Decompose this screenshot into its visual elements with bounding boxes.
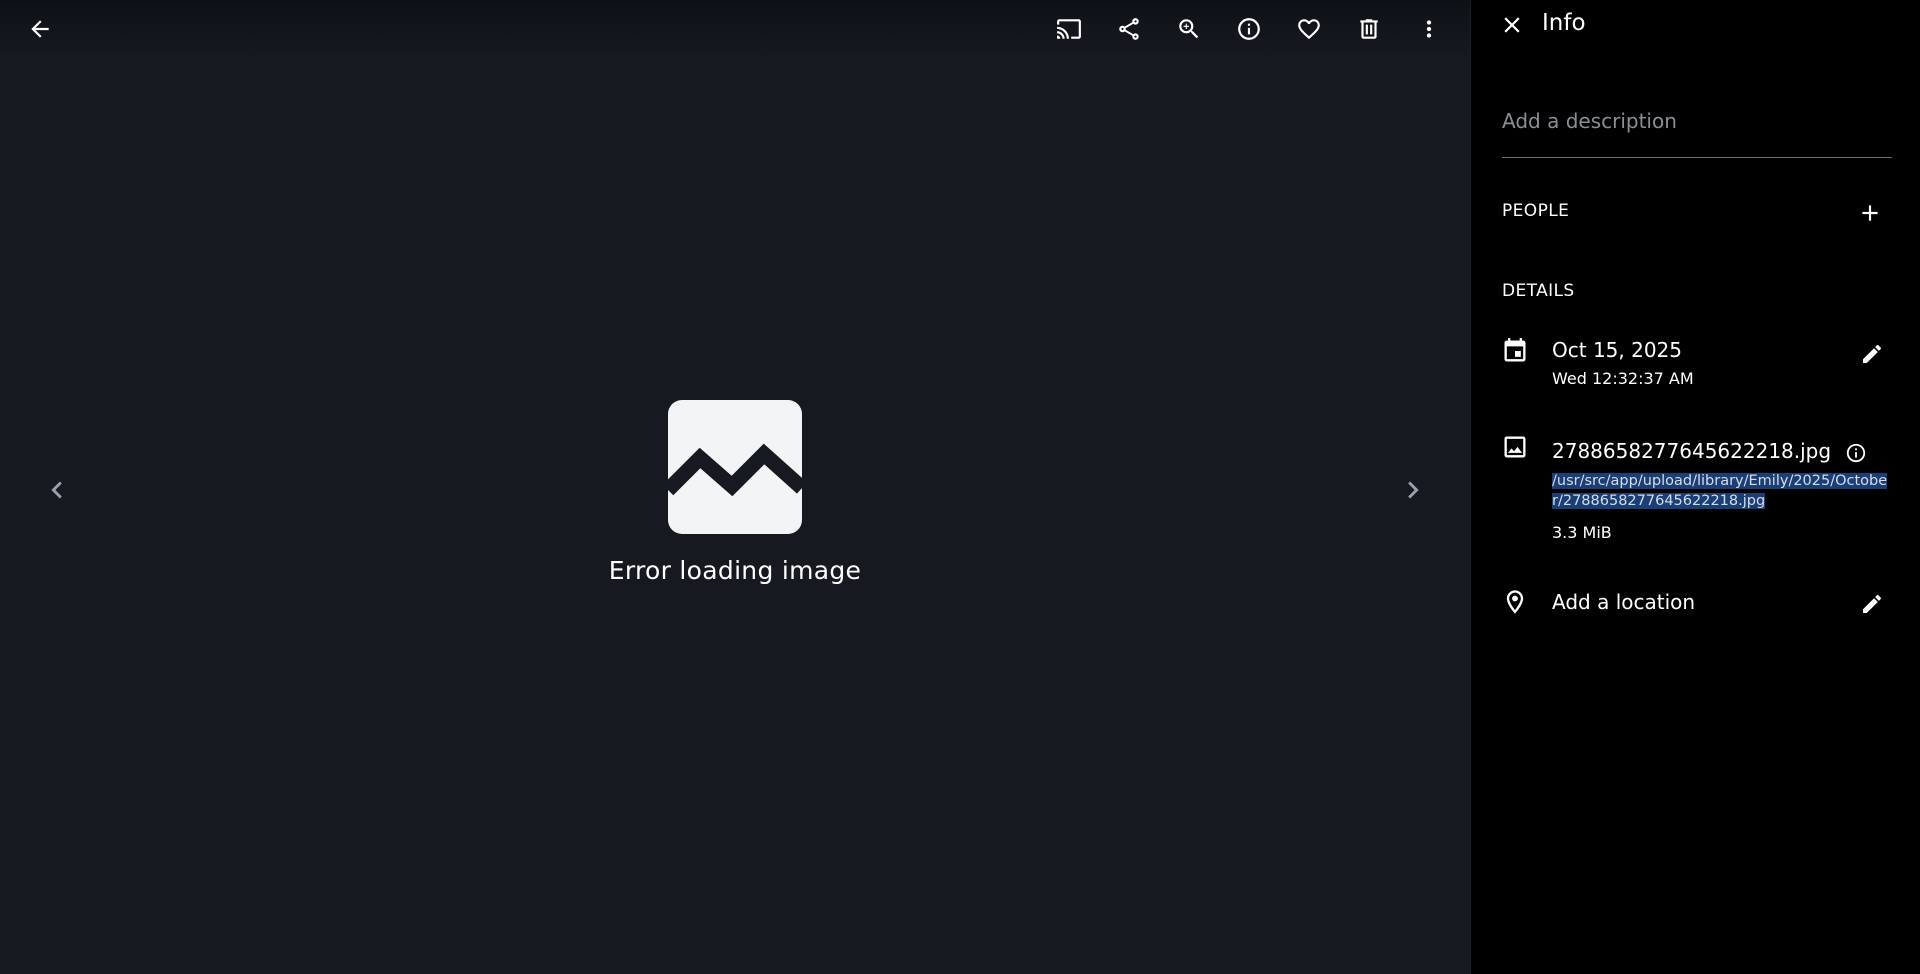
add-people-button[interactable] xyxy=(1851,194,1889,232)
file-name: 2788658277645622218.jpg xyxy=(1552,439,1832,463)
calendar-icon-wrap xyxy=(1501,337,1529,365)
details-section-label: DETAILS xyxy=(1502,281,1575,301)
pencil-icon xyxy=(1863,594,1882,613)
cast-button[interactable] xyxy=(1047,7,1091,51)
info-panel-title: Info xyxy=(1542,10,1586,36)
favorite-icon xyxy=(1298,19,1320,40)
broken-image-icon xyxy=(668,400,802,534)
map-pin-icon xyxy=(1506,590,1524,614)
people-section-label: PEOPLE xyxy=(1502,201,1570,221)
share-icon xyxy=(1119,18,1139,40)
edit-location-button[interactable] xyxy=(1855,587,1889,621)
delete-button[interactable] xyxy=(1347,7,1391,51)
chevron-left-icon xyxy=(51,481,62,499)
error-message: Error loading image xyxy=(608,556,862,585)
next-image-button[interactable] xyxy=(1389,466,1437,514)
image-icon xyxy=(1504,436,1526,458)
photo-datetime: Wed 12:32:37 AM xyxy=(1552,369,1694,388)
edit-date-button[interactable] xyxy=(1855,337,1889,371)
arrow-left-icon xyxy=(31,20,49,38)
info-icon xyxy=(1238,18,1260,40)
info-panel: Info PEOPLE DETAILS Oct 15, 2025 Wed 12:… xyxy=(1470,0,1920,974)
image-icon-wrap xyxy=(1501,433,1529,461)
info-button[interactable] xyxy=(1227,7,1271,51)
plus-icon xyxy=(1862,205,1878,221)
previous-image-button[interactable] xyxy=(33,466,81,514)
more-vertical-icon xyxy=(1426,20,1432,38)
file-path-selected-text: /usr/src/app/upload/library/Emily/2025/O… xyxy=(1552,473,1888,509)
zoom-in-button[interactable] xyxy=(1167,7,1211,51)
description-input[interactable] xyxy=(1502,96,1892,158)
info-panel-header: Info xyxy=(1471,0,1920,50)
photo-viewer: Error loading image xyxy=(0,0,1470,974)
file-info-button[interactable] xyxy=(1841,438,1871,468)
file-path[interactable]: /usr/src/app/upload/library/Emily/2025/O… xyxy=(1552,471,1892,511)
photo-date: Oct 15, 2025 xyxy=(1552,338,1682,362)
location-icon-wrap xyxy=(1501,588,1529,616)
close-info-button[interactable] xyxy=(1491,4,1533,46)
info-icon xyxy=(1846,443,1866,463)
more-options-button[interactable] xyxy=(1407,7,1451,51)
share-button[interactable] xyxy=(1107,7,1151,51)
back-button[interactable] xyxy=(18,7,62,51)
zoom-in-icon xyxy=(1179,19,1199,39)
viewer-toolbar xyxy=(0,0,1470,58)
cast-icon xyxy=(1057,19,1081,39)
pencil-icon xyxy=(1863,344,1882,363)
file-size: 3.3 MiB xyxy=(1552,523,1612,542)
delete-icon xyxy=(1360,19,1378,39)
calendar-icon xyxy=(1504,338,1526,362)
add-location-link[interactable]: Add a location xyxy=(1552,590,1695,614)
close-icon xyxy=(1504,17,1520,33)
favorite-button[interactable] xyxy=(1287,7,1331,51)
image-error-state: Error loading image xyxy=(600,400,870,585)
chevron-right-icon xyxy=(1408,481,1419,499)
